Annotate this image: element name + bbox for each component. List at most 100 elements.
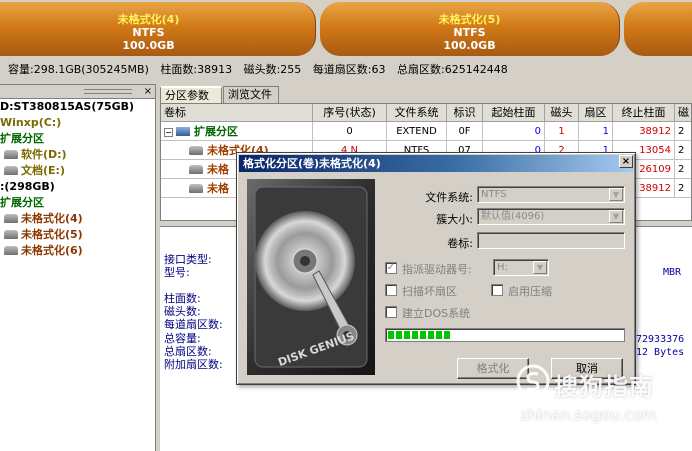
cluster-size-select[interactable]: 默认值(4096) ▼ [477,208,625,225]
mbr-text: MBR [663,267,682,278]
volume-label-input[interactable] [477,232,625,249]
create-dos-label: 建立DOS系统 [402,307,471,320]
tree-item[interactable]: Winxp(C:) [0,115,155,131]
disk-icon [4,246,18,255]
partition-block-5[interactable]: 未格式化(5) NTFS 100.0GB [320,2,620,56]
table-cell-text: 1 [558,126,565,137]
assign-drive-checkbox[interactable]: ✓ [385,262,397,274]
col-header-id[interactable]: 标识 [447,104,483,122]
table-cell-text: 38912 [639,183,671,194]
tree-item[interactable]: 文档(E:) [0,163,155,179]
tree-item-label: Winxp(C:) [0,116,62,129]
tree-item[interactable]: 未格式化(5) [0,227,155,243]
fs-select[interactable]: NTFS ▼ [477,186,625,203]
total-capacity-label: 总容量: [164,332,201,345]
col-header-start-cyl[interactable]: 起始柱面 [483,104,545,122]
tree-item[interactable]: 软件(D:) [0,147,155,163]
col-header-label[interactable]: 卷标 [161,104,313,122]
disk-icon [4,230,18,239]
tree-item[interactable]: D:ST380815AS(75GB) [0,99,155,115]
partition-fs: NTFS [453,26,486,39]
partition-size: 100.0GB [122,39,175,52]
heads-text: 磁头数:255 [243,63,302,76]
disk-info-line: 容量:298.1GB(305245MB) 柱面数:38913 磁头数:255 每… [0,60,692,80]
tree-item[interactable]: 未格式化(4) [0,211,155,227]
tab-partition-params[interactable]: 分区参数 [160,86,222,103]
col-header-extra[interactable]: 磁 [675,104,691,122]
close-icon[interactable]: × [144,85,152,98]
col-header-end-cyl[interactable]: 终止柱面 [613,104,675,122]
tree-item[interactable]: :(298GB) [0,179,155,195]
partition-name: 未格式化(5) [438,13,501,26]
partition-fs: NTFS [132,26,165,39]
panel-grip[interactable] [84,89,132,94]
partition-name: 未格式化(4) [117,13,180,26]
partition-block-4[interactable]: 未格式化(4) NTFS 100.0GB [0,2,316,56]
disk-icon [4,166,18,175]
chevron-down-icon[interactable]: ▼ [609,210,623,223]
assign-drive-label: 指派驱动器号: [402,263,472,276]
format-progress-bar [385,328,625,342]
enable-compression-checkbox[interactable] [491,284,503,296]
tree-list: D:ST380815AS(75GB) Winxp(C:) 扩展分区 软件(D:) 文档(… [0,99,155,259]
sectors-per-track-text: 每道扇区数:63 [312,63,386,76]
tree-item-label: 软件(D:) [21,148,67,161]
table-cell-text: 0 [346,126,353,137]
chevron-down-icon[interactable]: ▼ [533,261,547,274]
table-cell-text: 2 [678,183,685,194]
col-header-head[interactable]: 磁头 [545,104,579,122]
drive-letter-value: H: [497,262,508,273]
table-cell-extra: 2 [675,160,691,179]
tree-item-label: 扩展分区 [0,196,44,209]
cluster-size-value: 默认值(4096) [481,211,545,222]
table-cell-sector: 1 [579,122,613,141]
tab-browse-files[interactable]: 浏览文件 [223,86,279,103]
col-header-fs[interactable]: 文件系统 [387,104,447,122]
collapse-icon[interactable]: − [164,128,173,137]
sogou-logo-icon [516,364,550,398]
close-icon[interactable]: × [619,155,633,168]
table-row[interactable]: − 扩展分区 0 EXTEND 0F 0 1 1 38912 2 [161,122,691,141]
hard-disk-image: DISK GENIUS [247,179,375,375]
table-cell-label: − 扩展分区 [161,122,313,141]
format-partition-dialog: 格式化分区(卷)未格式化(4) × DISK GENIUS 文件系统: NTFS… [236,152,636,385]
table-cell-head: 1 [545,122,579,141]
tree-item[interactable]: 未格式化(6) [0,243,155,259]
drive-letter-select[interactable]: H: ▼ [493,259,549,276]
tree-panel-header: × [0,85,155,99]
capacity-text: 容量:298.1GB(305245MB) [8,63,149,76]
partition-block-6[interactable] [624,2,692,56]
right-value-2: 12 Bytes [636,347,685,358]
table-cell-start-cyl: 0 [483,122,545,141]
table-cell-text: 2 [678,164,685,175]
dialog-title: 格式化分区(卷)未格式化(4) [239,155,633,172]
watermark-url: zhinan.sogou.com [520,406,657,424]
col-header-number[interactable]: 序号(状态) [313,104,387,122]
table-cell-text: 未格 [207,182,229,195]
table-cell-extra: 2 [675,122,691,141]
disk-tree-panel: × D:ST380815AS(75GB) Winxp(C:) 扩展分区 软件(D:) 文… [0,84,156,451]
chevron-down-icon[interactable]: ▼ [609,188,623,201]
col-header-sector[interactable]: 扇区 [579,104,613,122]
progress-fill [388,331,452,339]
table-cell-text: 38912 [639,126,671,137]
table-cell-text: 未格 [207,163,229,176]
tree-item-label: 未格式化(5) [21,228,83,241]
table-cell-text: 1 [602,126,609,137]
scan-bad-sectors-checkbox[interactable] [385,284,397,296]
table-cell-text: 2 [678,126,685,137]
table-cell-text: 0F [458,126,471,137]
watermark-text: 搜狗指南 [554,373,654,401]
cylinders-text: 柱面数:38913 [160,63,233,76]
create-dos-checkbox[interactable] [385,306,397,318]
right-value-1: 72933376 [636,334,685,345]
tree-item[interactable]: 扩展分区 [0,131,155,147]
enable-compression-label: 启用压缩 [508,285,552,298]
partition-icon [176,127,190,136]
table-cell-text: 0 [534,126,541,137]
volume-label-label: 卷标: [447,237,473,250]
tree-item-label: :(298GB) [0,180,55,193]
table-cell-id: 0F [447,122,483,141]
table-header-row: 卷标 序号(状态) 文件系统 标识 起始柱面 磁头 扇区 终止柱面 磁 [161,104,691,123]
tree-item[interactable]: 扩展分区 [0,195,155,211]
